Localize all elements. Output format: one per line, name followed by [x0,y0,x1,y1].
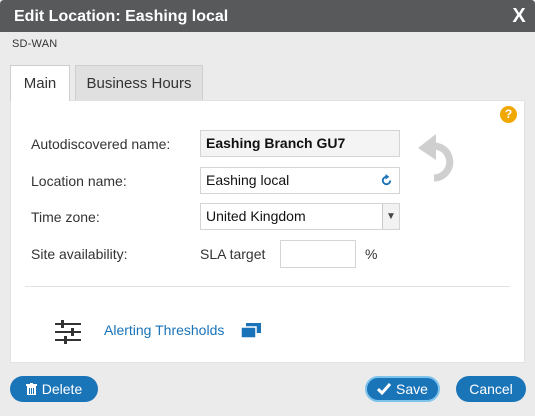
sliders-icon[interactable] [55,319,81,345]
tab-business-hours[interactable]: Business Hours [75,65,203,100]
check-icon [377,383,392,395]
time-zone-select[interactable]: United Kingdom ▼ [200,203,400,230]
close-icon[interactable]: X [503,0,535,32]
save-button[interactable]: Save [365,376,440,402]
delete-label: Delete [41,381,83,397]
location-name-label: Location name: [31,173,127,189]
refresh-icon[interactable] [380,174,393,187]
open-window-icon[interactable] [241,323,261,338]
edit-location-dialog: Edit Location: Eashing local X SD-WAN Ma… [0,0,535,416]
autodiscovered-name-label: Autodiscovered name: [31,136,171,152]
title-bar: Edit Location: Eashing local X [0,0,535,32]
site-availability-label: Site availability: [31,246,128,262]
tab-main[interactable]: Main [10,65,70,101]
time-zone-value: United Kingdom [206,208,306,224]
alerting-thresholds-link[interactable]: Alerting Thresholds [104,322,224,338]
chevron-down-icon[interactable]: ▼ [382,204,399,229]
divider [25,286,510,287]
cancel-button[interactable]: Cancel [456,376,526,402]
trash-icon [25,383,37,395]
save-label: Save [396,381,428,397]
dialog-subtitle: SD-WAN [12,38,58,50]
time-zone-label: Time zone: [31,209,100,225]
percent-label: % [365,246,378,262]
delete-button[interactable]: Delete [10,376,98,402]
dialog-title: Edit Location: Eashing local [14,8,229,25]
autodiscovered-name-value: Eashing Branch GU7 [200,130,400,157]
main-panel: ? Autodiscovered name: Eashing Branch GU… [10,100,525,363]
sla-target-label: SLA target [200,246,266,262]
undo-icon[interactable] [416,126,462,188]
sla-target-input[interactable] [280,240,356,268]
help-icon[interactable]: ? [500,106,517,123]
location-name-input[interactable]: Eashing local [200,167,400,194]
location-name-value: Eashing local [206,172,290,188]
